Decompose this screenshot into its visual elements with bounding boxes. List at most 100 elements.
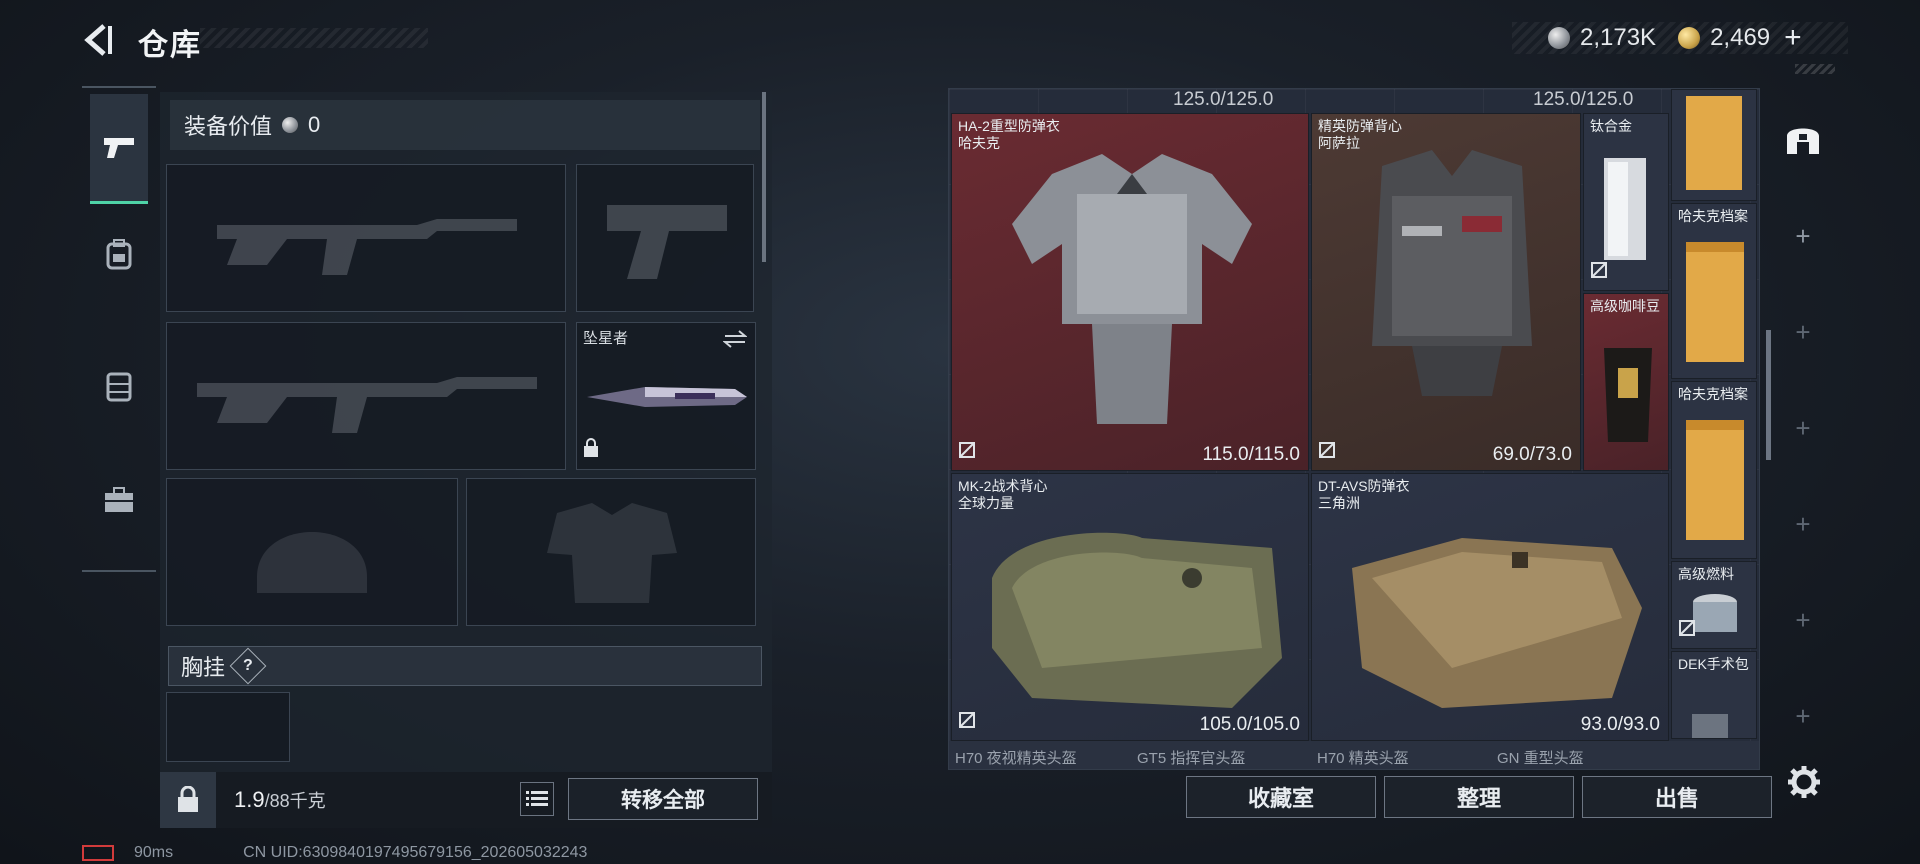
no-insurance-icon bbox=[1318, 441, 1336, 464]
item-name[interactable]: H70 精英头盔 bbox=[1317, 747, 1409, 768]
melee-slot[interactable]: 坠星者 bbox=[576, 322, 756, 470]
ping-readout: 90ms bbox=[134, 844, 174, 861]
add-page-button[interactable]: + bbox=[1772, 494, 1834, 554]
sell-button[interactable]: 出售 bbox=[1582, 776, 1772, 818]
silver-coin-icon bbox=[1548, 27, 1570, 49]
storage-item-premium-fuel[interactable]: 高级燃料 bbox=[1671, 561, 1757, 649]
folder-icon bbox=[1686, 242, 1744, 362]
storage-item-haavk-file[interactable]: 哈夫克档案 bbox=[1671, 203, 1757, 379]
storage-item-document[interactable] bbox=[1671, 89, 1757, 201]
silver-currency-value: 2,173K bbox=[1580, 24, 1657, 51]
storage-scrollbar[interactable] bbox=[1766, 330, 1771, 460]
heavy-armor-icon bbox=[1012, 154, 1252, 424]
title-decoration bbox=[200, 28, 428, 48]
equipment-value-row: 装备价值 0 bbox=[170, 100, 760, 150]
loadout-footer: 1.9/88千克 转移全部 bbox=[160, 772, 772, 828]
list-view-button[interactable] bbox=[520, 782, 554, 816]
storage-item-titanium[interactable]: 钛合金 bbox=[1583, 113, 1669, 291]
storage-item-haavk-file[interactable]: 哈夫克档案 bbox=[1671, 381, 1757, 559]
armor-slot[interactable] bbox=[466, 478, 756, 626]
no-insurance-icon bbox=[958, 441, 976, 464]
add-page-button[interactable]: + bbox=[1772, 398, 1834, 458]
lock-button[interactable] bbox=[160, 772, 216, 828]
melee-slot-label: 坠星者 bbox=[583, 330, 629, 347]
storage-item-mk2-vest[interactable]: MK-2战术背心 全球力量 105.0/105.0 bbox=[951, 473, 1309, 741]
item-durability: 69.0/73.0 bbox=[1492, 444, 1572, 465]
storage-item-dt-avs-armor[interactable]: DT-AVS防弹衣 三角洲 93.0/93.0 bbox=[1311, 473, 1669, 741]
backpack-icon bbox=[102, 237, 136, 271]
armor-silhouette-icon bbox=[547, 503, 677, 603]
nav-case[interactable] bbox=[90, 458, 148, 542]
item-durability: 125.0/125.0 bbox=[1533, 89, 1634, 110]
storage-item-dek-surgery-kit[interactable]: DEK手术包 bbox=[1671, 651, 1757, 739]
helmet-silhouette-icon bbox=[257, 532, 367, 593]
surgery-kit-icon bbox=[1692, 714, 1728, 738]
pistol-icon bbox=[102, 131, 136, 165]
item-name: 钛合金 bbox=[1590, 118, 1632, 134]
briefcase-icon bbox=[102, 483, 136, 517]
storage-item-ha2-armor[interactable]: HA-2重型防弹衣 哈夫克 115.0/115.0 bbox=[951, 113, 1309, 471]
back-arrow-icon[interactable] bbox=[80, 22, 116, 58]
sidearm-slot[interactable] bbox=[576, 164, 754, 312]
nav-chest-rig[interactable] bbox=[90, 344, 148, 428]
fuel-can-icon bbox=[1693, 594, 1737, 632]
add-page-button[interactable]: + bbox=[1772, 686, 1834, 746]
item-name: DT-AVS防弹衣 bbox=[1318, 478, 1410, 494]
vest-icon bbox=[102, 369, 136, 403]
battery-icon bbox=[82, 845, 114, 861]
rail-decoration bbox=[1795, 64, 1835, 74]
add-page-button[interactable]: + bbox=[1772, 302, 1834, 362]
add-currency-button[interactable]: + bbox=[1784, 21, 1802, 55]
item-name: 哈夫克档案 bbox=[1678, 386, 1748, 402]
gear-icon[interactable] bbox=[1786, 764, 1822, 800]
gold-coin-icon bbox=[1678, 27, 1701, 49]
weight-capacity: /88千克 bbox=[264, 791, 326, 811]
nav-weapons[interactable] bbox=[90, 94, 148, 204]
pistol-silhouette-icon bbox=[607, 205, 727, 279]
helmet-slot[interactable] bbox=[166, 478, 458, 626]
item-name[interactable]: H70 夜视精英头盔 bbox=[955, 747, 1077, 768]
storage-page-rail: + + + + + + bbox=[1772, 96, 1834, 756]
storage-item-elite-vest[interactable]: 精英防弹背心 阿萨拉 69.0/73.0 bbox=[1311, 113, 1581, 471]
loadout-scrollbar[interactable] bbox=[762, 92, 766, 262]
item-name: 高级咖啡豆 bbox=[1590, 298, 1660, 314]
uid-readout: CN UID:6309840197495679156_202605032243 bbox=[243, 844, 588, 861]
add-page-button[interactable]: + bbox=[1772, 206, 1834, 266]
dt-avs-armor-icon bbox=[1352, 538, 1642, 708]
item-durability: 125.0/125.0 bbox=[1173, 89, 1274, 110]
rifle-silhouette-icon bbox=[217, 219, 517, 275]
nav-backpack[interactable] bbox=[90, 212, 148, 296]
secondary-weapon-slot[interactable] bbox=[166, 322, 566, 470]
gold-currency-value: 2,469 bbox=[1710, 24, 1771, 51]
swap-icon[interactable] bbox=[722, 329, 748, 354]
weight-readout: 1.9/88千克 bbox=[234, 787, 326, 813]
primary-weapon-slot[interactable] bbox=[166, 164, 566, 312]
list-icon bbox=[526, 791, 548, 806]
padlock-icon bbox=[178, 786, 198, 812]
item-name: 高级燃料 bbox=[1678, 566, 1734, 582]
silver-coin-icon bbox=[282, 117, 299, 133]
collection-room-button[interactable]: 收藏室 bbox=[1186, 776, 1376, 818]
weight-value: 1.9 bbox=[234, 787, 265, 812]
item-name[interactable]: GT5 指挥官头盔 bbox=[1137, 747, 1245, 768]
folder-icon bbox=[1686, 96, 1742, 190]
chest-rig-header: 胸挂 ? bbox=[168, 646, 762, 686]
equipment-value-label: 装备价值 bbox=[184, 114, 273, 139]
page-title: 仓库 bbox=[138, 29, 202, 62]
add-page-button[interactable]: + bbox=[1772, 590, 1834, 650]
item-name: HA-2重型防弹衣 bbox=[958, 118, 1060, 134]
loadout-category-nav bbox=[82, 86, 156, 572]
item-name[interactable]: GN 重型头盔 bbox=[1497, 747, 1584, 768]
organize-button[interactable]: 整理 bbox=[1384, 776, 1574, 818]
equipment-value-amount: 0 bbox=[308, 112, 321, 137]
help-icon[interactable]: ? bbox=[229, 647, 267, 685]
no-insurance-icon bbox=[958, 711, 976, 734]
transfer-all-button[interactable]: 转移全部 bbox=[568, 778, 758, 820]
item-durability: 115.0/115.0 bbox=[1202, 444, 1300, 465]
tactical-vest-icon bbox=[992, 532, 1282, 708]
elite-vest-icon bbox=[1372, 150, 1532, 396]
storage-item-coffee-beans[interactable]: 高级咖啡豆 bbox=[1583, 293, 1669, 471]
warehouse-home-icon[interactable] bbox=[1772, 108, 1834, 168]
lock-icon bbox=[583, 438, 599, 463]
chest-rig-slot[interactable] bbox=[166, 692, 290, 762]
